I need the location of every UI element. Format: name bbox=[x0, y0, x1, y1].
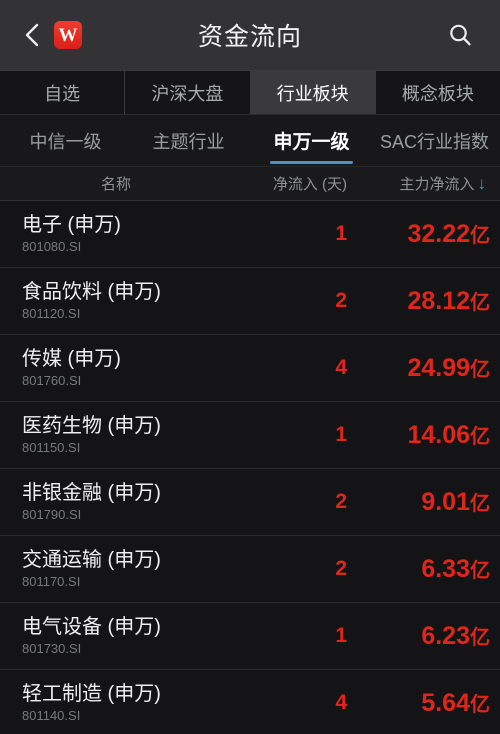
column-header-name[interactable]: 名称 bbox=[0, 173, 232, 194]
row-name-cell: 非银金融 (申万) 801790.SI bbox=[0, 482, 232, 522]
sector-name: 轻工制造 (申万) bbox=[22, 683, 161, 706]
sector-name: 电子 (申万) bbox=[22, 214, 121, 237]
sort-descending-arrow-icon: ↓ bbox=[477, 174, 487, 193]
table-row[interactable]: 电气设备 (申万) 801730.SI 1 6.23亿 bbox=[0, 603, 500, 670]
row-name-cell: 轻工制造 (申万) 801140.SI bbox=[0, 683, 232, 723]
inflow-days-value: 4 bbox=[335, 691, 347, 714]
search-icon[interactable] bbox=[446, 21, 500, 49]
sector-code: 801170.SI bbox=[22, 573, 81, 589]
column-header-main-inflow[interactable]: 主力净流入 ↓ bbox=[347, 173, 500, 194]
app-logo-badge[interactable]: W bbox=[54, 21, 82, 49]
secondary-tab-0-label: 中信一级 bbox=[29, 131, 102, 152]
main-inflow-unit: 亿 bbox=[470, 493, 490, 515]
table-row[interactable]: 传媒 (申万) 801760.SI 4 24.99亿 bbox=[0, 335, 500, 402]
sector-code: 801730.SI bbox=[22, 640, 82, 656]
primary-tab-1-label: 沪深大盘 bbox=[151, 83, 224, 104]
sector-name: 交通运输 (申万) bbox=[22, 549, 161, 572]
sector-name: 非银金融 (申万) bbox=[22, 482, 161, 505]
table-row[interactable]: 食品饮料 (申万) 801120.SI 2 28.12亿 bbox=[0, 268, 500, 335]
main-inflow-number: 32.22 bbox=[407, 220, 470, 248]
inflow-days-value: 2 bbox=[335, 557, 347, 580]
table-row[interactable]: 医药生物 (申万) 801150.SI 1 14.06亿 bbox=[0, 402, 500, 469]
main-inflow-unit: 亿 bbox=[470, 694, 490, 716]
sector-name: 食品饮料 (申万) bbox=[22, 281, 161, 304]
primary-tab-3-label: 概念板块 bbox=[401, 83, 474, 104]
inflow-days-value: 2 bbox=[335, 490, 347, 513]
inflow-days-value: 1 bbox=[335, 423, 347, 446]
secondary-tab-2[interactable]: 申万一级 bbox=[250, 115, 373, 166]
main-inflow-unit: 亿 bbox=[470, 292, 490, 314]
main-inflow-unit: 亿 bbox=[470, 627, 490, 649]
sector-name: 电气设备 (申万) bbox=[22, 616, 161, 639]
primary-tab-bar: 自选 沪深大盘 行业板块 概念板块 bbox=[0, 70, 500, 115]
secondary-tab-3[interactable]: SAC行业指数 bbox=[373, 115, 496, 166]
main-inflow-number: 6.33 bbox=[421, 555, 470, 583]
title-bar: W 资金流向 bbox=[0, 0, 500, 70]
primary-tab-2[interactable]: 行业板块 bbox=[250, 71, 376, 114]
sector-code: 801080.SI bbox=[22, 238, 82, 254]
main-inflow-unit: 亿 bbox=[470, 225, 490, 247]
main-inflow-number: 14.06 bbox=[407, 421, 470, 449]
table-row[interactable]: 轻工制造 (申万) 801140.SI 4 5.64亿 bbox=[0, 670, 500, 734]
sector-name: 医药生物 (申万) bbox=[22, 415, 161, 438]
primary-tab-0[interactable]: 自选 bbox=[0, 71, 126, 114]
secondary-tab-bar: 中信一级 主题行业 申万一级 SAC行业指数 bbox=[0, 115, 500, 167]
inflow-days-value: 2 bbox=[335, 289, 347, 312]
sector-code: 801760.SI bbox=[22, 372, 82, 388]
sector-code: 801790.SI bbox=[22, 506, 82, 522]
main-inflow-number: 5.64 bbox=[421, 689, 470, 717]
inflow-days-value: 4 bbox=[335, 356, 347, 379]
row-name-cell: 食品饮料 (申万) 801120.SI bbox=[0, 281, 232, 321]
table-row[interactable]: 交通运输 (申万) 801170.SI 2 6.33亿 bbox=[0, 536, 500, 603]
main-inflow-value: 32.22亿 bbox=[347, 219, 500, 249]
inflow-days-value: 1 bbox=[335, 624, 347, 647]
sector-code: 801150.SI bbox=[22, 439, 81, 455]
main-inflow-value: 6.23亿 bbox=[347, 621, 500, 651]
column-header-row: 名称 净流入 (天) 主力净流入 ↓ bbox=[0, 167, 500, 201]
row-name-cell: 传媒 (申万) 801760.SI bbox=[0, 348, 232, 388]
secondary-tab-1-label: 主题行业 bbox=[152, 131, 225, 152]
main-inflow-value: 9.01亿 bbox=[347, 487, 500, 517]
chevron-left-icon[interactable] bbox=[22, 21, 42, 49]
primary-tab-1[interactable]: 沪深大盘 bbox=[125, 71, 251, 114]
row-name-cell: 医药生物 (申万) 801150.SI bbox=[0, 415, 232, 455]
primary-tab-2-label: 行业板块 bbox=[276, 83, 349, 104]
secondary-tab-1[interactable]: 主题行业 bbox=[127, 115, 250, 166]
table-row[interactable]: 非银金融 (申万) 801790.SI 2 9.01亿 bbox=[0, 469, 500, 536]
row-name-cell: 电气设备 (申万) 801730.SI bbox=[0, 616, 232, 656]
main-inflow-value: 6.33亿 bbox=[347, 554, 500, 584]
sector-code: 801140.SI bbox=[22, 707, 81, 723]
primary-tab-3[interactable]: 概念板块 bbox=[375, 71, 500, 114]
main-inflow-number: 6.23 bbox=[421, 622, 470, 650]
active-tab-underline bbox=[269, 161, 354, 164]
main-inflow-unit: 亿 bbox=[470, 560, 490, 582]
column-header-days[interactable]: 净流入 (天) bbox=[232, 173, 347, 194]
secondary-tab-0[interactable]: 中信一级 bbox=[4, 115, 127, 166]
row-name-cell: 交通运输 (申万) 801170.SI bbox=[0, 549, 232, 589]
main-inflow-number: 28.12 bbox=[407, 287, 470, 315]
main-inflow-value: 28.12亿 bbox=[347, 286, 500, 316]
main-inflow-number: 9.01 bbox=[421, 488, 470, 516]
main-inflow-value: 14.06亿 bbox=[347, 420, 500, 450]
main-inflow-value: 5.64亿 bbox=[347, 688, 500, 718]
sector-list: 电子 (申万) 801080.SI 1 32.22亿 食品饮料 (申万) 801… bbox=[0, 201, 500, 734]
main-inflow-value: 24.99亿 bbox=[347, 353, 500, 383]
main-inflow-unit: 亿 bbox=[470, 426, 490, 448]
table-row[interactable]: 电子 (申万) 801080.SI 1 32.22亿 bbox=[0, 201, 500, 268]
main-inflow-unit: 亿 bbox=[470, 359, 490, 381]
sector-code: 801120.SI bbox=[22, 305, 81, 321]
inflow-days-value: 1 bbox=[335, 222, 347, 245]
title-bar-left: W bbox=[0, 21, 82, 49]
secondary-tab-3-label: SAC行业指数 bbox=[379, 131, 489, 152]
sector-name: 传媒 (申万) bbox=[22, 348, 121, 371]
column-header-main-inflow-label: 主力净流入 bbox=[399, 176, 475, 193]
secondary-tab-2-label: 申万一级 bbox=[273, 132, 350, 153]
app-root: W 资金流向 自选 沪深大盘 行业板块 概念板块 中信一级 主题行业 申万一级 … bbox=[0, 0, 500, 734]
main-inflow-number: 24.99 bbox=[407, 354, 470, 382]
row-name-cell: 电子 (申万) 801080.SI bbox=[0, 214, 232, 254]
primary-tab-0-label: 自选 bbox=[44, 83, 81, 104]
